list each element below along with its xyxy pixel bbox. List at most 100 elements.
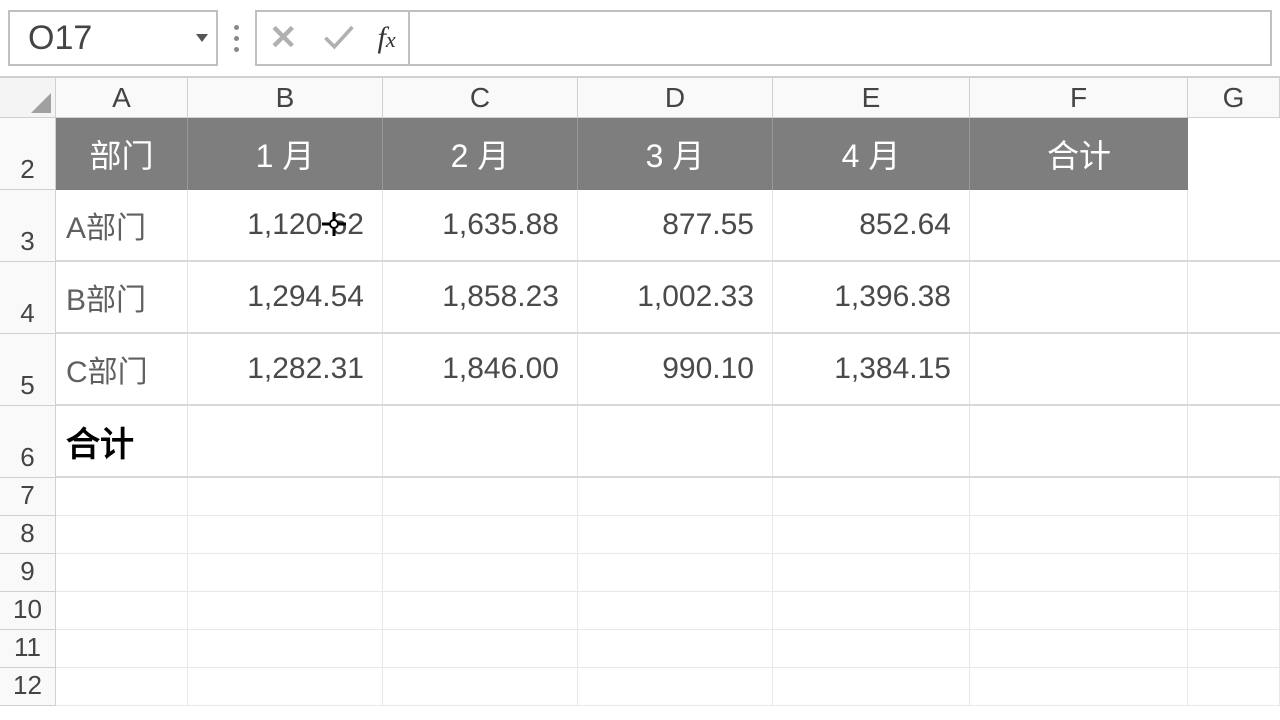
column-header[interactable]: B	[188, 78, 383, 118]
header-cell[interactable]: 2 月	[383, 118, 578, 190]
cell[interactable]	[970, 516, 1188, 554]
row-header[interactable]: 4	[0, 262, 56, 334]
cell[interactable]: 1,282.31	[188, 334, 383, 406]
column-header[interactable]: C	[383, 78, 578, 118]
cell[interactable]	[1188, 262, 1280, 334]
cell[interactable]	[383, 516, 578, 554]
cell[interactable]	[56, 668, 188, 706]
column-header[interactable]: G	[1188, 78, 1280, 118]
cell[interactable]	[1188, 406, 1280, 478]
cell[interactable]: 1,846.00	[383, 334, 578, 406]
cell[interactable]	[773, 668, 970, 706]
cell[interactable]	[578, 406, 773, 478]
cell[interactable]: 1,384.15	[773, 334, 970, 406]
cell[interactable]	[1188, 478, 1280, 516]
cell[interactable]	[1188, 334, 1280, 406]
cell[interactable]	[56, 592, 188, 630]
row-header[interactable]: 2	[0, 118, 56, 190]
cell[interactable]: 1,002.33	[578, 262, 773, 334]
cell[interactable]	[578, 554, 773, 592]
cell[interactable]	[383, 478, 578, 516]
cell[interactable]: B部门	[56, 262, 188, 334]
select-all-corner[interactable]	[0, 78, 56, 118]
cell[interactable]	[773, 554, 970, 592]
cell[interactable]	[970, 630, 1188, 668]
row-header[interactable]: 6	[0, 406, 56, 478]
cell[interactable]	[56, 478, 188, 516]
cell[interactable]	[970, 478, 1188, 516]
cell[interactable]: 990.10	[578, 334, 773, 406]
row-header[interactable]: 5	[0, 334, 56, 406]
cell[interactable]	[188, 406, 383, 478]
cell[interactable]	[1188, 668, 1280, 706]
cell[interactable]	[188, 478, 383, 516]
row-header[interactable]: 10	[0, 592, 56, 630]
cell[interactable]	[578, 516, 773, 554]
cell-total-label[interactable]: 合计	[56, 406, 188, 478]
cell[interactable]	[970, 334, 1188, 406]
cell[interactable]	[773, 592, 970, 630]
row-header[interactable]: 8	[0, 516, 56, 554]
fx-icon[interactable]: fx	[378, 21, 396, 55]
header-cell[interactable]: 合计	[970, 118, 1188, 190]
cell[interactable]	[1188, 554, 1280, 592]
cell[interactable]	[1188, 190, 1280, 262]
cell[interactable]	[578, 630, 773, 668]
row-header[interactable]: 3	[0, 190, 56, 262]
cell[interactable]	[188, 516, 383, 554]
cell[interactable]	[383, 554, 578, 592]
cell[interactable]	[188, 630, 383, 668]
cell[interactable]	[383, 668, 578, 706]
header-cell[interactable]: 3 月	[578, 118, 773, 190]
row-header[interactable]: 7	[0, 478, 56, 516]
cell[interactable]	[56, 516, 188, 554]
row-header[interactable]: 9	[0, 554, 56, 592]
column-header[interactable]: D	[578, 78, 773, 118]
cell[interactable]	[188, 554, 383, 592]
cell[interactable]	[773, 478, 970, 516]
cell[interactable]	[1188, 592, 1280, 630]
cell[interactable]	[578, 478, 773, 516]
cell[interactable]: A部门	[56, 190, 188, 262]
cell[interactable]	[383, 406, 578, 478]
accept-icon[interactable]	[320, 18, 356, 59]
cell[interactable]	[56, 630, 188, 668]
cell[interactable]: C部门	[56, 334, 188, 406]
cell[interactable]: 877.55	[578, 190, 773, 262]
name-box[interactable]: O17	[8, 10, 218, 66]
cell[interactable]	[188, 668, 383, 706]
row-header[interactable]: 12	[0, 668, 56, 706]
column-header[interactable]: A	[56, 78, 188, 118]
cell[interactable]	[56, 554, 188, 592]
cell[interactable]	[773, 516, 970, 554]
cell[interactable]	[970, 668, 1188, 706]
cell[interactable]: 1,294.54	[188, 262, 383, 334]
chevron-down-icon[interactable]	[196, 34, 208, 42]
column-header[interactable]: E	[773, 78, 970, 118]
cell[interactable]: 1,635.88	[383, 190, 578, 262]
cell[interactable]: 1,858.23	[383, 262, 578, 334]
header-cell[interactable]: 4 月	[773, 118, 970, 190]
cell[interactable]: 852.64	[773, 190, 970, 262]
header-cell[interactable]: 1 月	[188, 118, 383, 190]
cell[interactable]	[970, 262, 1188, 334]
cell[interactable]: 1,120.62	[188, 190, 383, 262]
cell[interactable]	[188, 592, 383, 630]
cancel-icon[interactable]: ✕	[269, 18, 298, 58]
cell[interactable]	[1188, 516, 1280, 554]
cell[interactable]	[773, 406, 970, 478]
cell[interactable]	[383, 630, 578, 668]
formula-input[interactable]	[408, 10, 1272, 66]
cell[interactable]	[773, 630, 970, 668]
column-header[interactable]: F	[970, 78, 1188, 118]
cell[interactable]	[970, 592, 1188, 630]
cell[interactable]	[578, 592, 773, 630]
cell[interactable]: 1,396.38	[773, 262, 970, 334]
cell[interactable]	[1188, 118, 1280, 190]
cell[interactable]	[578, 668, 773, 706]
cell[interactable]	[970, 554, 1188, 592]
cell[interactable]	[970, 190, 1188, 262]
cell[interactable]	[1188, 630, 1280, 668]
cell[interactable]	[970, 406, 1188, 478]
cell[interactable]	[383, 592, 578, 630]
